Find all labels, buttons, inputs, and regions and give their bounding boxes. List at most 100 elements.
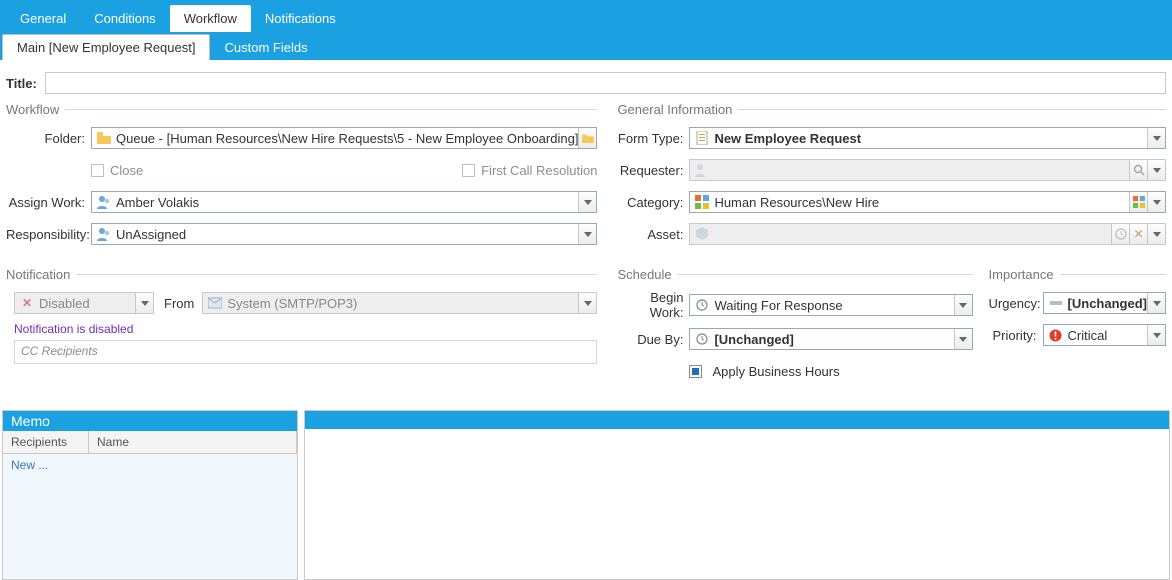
legend-general: General Information xyxy=(617,102,738,117)
category-dropdown-button[interactable] xyxy=(1147,192,1165,212)
folder-browse-button[interactable] xyxy=(578,128,596,148)
person-icon xyxy=(96,194,112,210)
notification-state-combo[interactable]: ✕ Disabled xyxy=(14,292,154,314)
priority-critical-icon xyxy=(1048,327,1064,343)
due-label: Due By: xyxy=(617,332,689,347)
begin-label: Begin Work: xyxy=(617,290,689,320)
memo-panel: Memo Recipients Name New ... xyxy=(2,410,298,580)
category-label: Category: xyxy=(617,195,689,210)
folder-combo[interactable]: Queue - [Human Resources\New Hire Reques… xyxy=(91,127,597,149)
notification-state-dropdown-button[interactable] xyxy=(135,293,153,313)
urgency-label: Urgency: xyxy=(989,296,1043,311)
category-icon xyxy=(694,194,710,210)
chevron-down-icon xyxy=(584,200,592,205)
assign-label: Assign Work: xyxy=(6,195,91,210)
asset-history-button[interactable] xyxy=(1111,224,1129,244)
title-input[interactable] xyxy=(45,72,1166,94)
title-label: Title: xyxy=(6,76,37,91)
fcr-checkbox[interactable] xyxy=(462,164,475,177)
legend-notification: Notification xyxy=(6,267,76,282)
notification-from-dropdown-button[interactable] xyxy=(578,293,596,313)
subtab-main[interactable]: Main [New Employee Request] xyxy=(2,34,210,60)
mail-icon xyxy=(207,295,223,311)
assign-value: Amber Volakis xyxy=(116,195,578,210)
chevron-down-icon xyxy=(959,303,967,308)
sub-tabstrip: Main [New Employee Request] Custom Field… xyxy=(0,32,1172,60)
due-dropdown-button[interactable] xyxy=(954,329,972,349)
notification-note: Notification is disabled xyxy=(14,322,597,336)
fieldset-importance: Importance Urgency: [Unchanged] xyxy=(989,267,1166,398)
chevron-down-icon xyxy=(141,301,149,306)
tab-general[interactable]: General xyxy=(6,5,80,32)
editor-body[interactable] xyxy=(305,429,1169,579)
asset-label: Asset: xyxy=(617,227,689,242)
category-browse-button[interactable] xyxy=(1129,192,1147,212)
priority-value: Critical xyxy=(1068,328,1147,343)
responsibility-combo[interactable]: UnAssigned xyxy=(91,223,597,245)
due-combo[interactable]: [Unchanged] xyxy=(689,328,972,350)
formtype-value: New Employee Request xyxy=(714,131,1147,146)
priority-combo[interactable]: Critical xyxy=(1043,324,1166,346)
urgency-dropdown-button[interactable] xyxy=(1147,293,1165,313)
form-area: Title: Workflow Folder: Queue - [Human R… xyxy=(0,60,1172,404)
begin-dropdown-button[interactable] xyxy=(954,295,972,315)
notification-state-value: Disabled xyxy=(39,296,135,311)
memo-title: Memo xyxy=(3,411,297,431)
chevron-down-icon xyxy=(1153,200,1161,205)
fieldset-notification: Notification ✕ Disabled From xyxy=(6,267,597,372)
category-value: Human Resources\New Hire xyxy=(714,195,1129,210)
tab-workflow[interactable]: Workflow xyxy=(170,5,251,32)
requester-combo[interactable] xyxy=(689,159,1166,181)
top-tabstrip: General Conditions Workflow Notification… xyxy=(0,0,1172,32)
clock-icon xyxy=(694,297,710,313)
folder-icon xyxy=(96,130,112,146)
memo-col-recipients[interactable]: Recipients xyxy=(3,431,89,453)
asset-icon xyxy=(694,226,710,242)
assign-combo[interactable]: Amber Volakis xyxy=(91,191,597,213)
responsibility-dropdown-button[interactable] xyxy=(578,224,596,244)
group-icon xyxy=(96,226,112,242)
tab-conditions[interactable]: Conditions xyxy=(80,5,169,32)
priority-dropdown-button[interactable] xyxy=(1147,325,1165,345)
responsibility-label: Responsibility: xyxy=(6,227,91,242)
formtype-dropdown-button[interactable] xyxy=(1147,128,1165,148)
x-icon: ✕ xyxy=(19,295,35,311)
formtype-combo[interactable]: New Employee Request xyxy=(689,127,1166,149)
asset-combo[interactable]: ✕ xyxy=(689,223,1166,245)
requester-search-button[interactable] xyxy=(1129,160,1147,180)
urgency-combo[interactable]: [Unchanged] xyxy=(1043,292,1166,314)
priority-label: Priority: xyxy=(989,328,1043,343)
begin-combo[interactable]: Waiting For Response xyxy=(689,294,972,316)
chevron-down-icon xyxy=(1153,136,1161,141)
asset-dropdown-button[interactable] xyxy=(1147,224,1165,244)
chevron-down-icon xyxy=(1153,232,1161,237)
subtab-custom-fields[interactable]: Custom Fields xyxy=(210,35,321,60)
tab-notifications[interactable]: Notifications xyxy=(251,5,350,32)
category-combo[interactable]: Human Resources\New Hire xyxy=(689,191,1166,213)
chevron-down-icon xyxy=(584,232,592,237)
requester-dropdown-button[interactable] xyxy=(1147,160,1165,180)
chevron-down-icon xyxy=(1153,333,1161,338)
notification-from-value: System (SMTP/POP3) xyxy=(227,296,578,311)
folder-value: Queue - [Human Resources\New Hire Reques… xyxy=(116,131,578,146)
from-label: From xyxy=(164,296,194,311)
fieldset-schedule: Schedule Begin Work: Waiting For Respons… xyxy=(617,267,972,398)
clock-icon xyxy=(694,331,710,347)
legend-workflow: Workflow xyxy=(6,102,65,117)
begin-value: Waiting For Response xyxy=(714,298,953,313)
form-icon xyxy=(694,130,710,146)
chevron-down-icon xyxy=(959,337,967,342)
notification-from-combo[interactable]: System (SMTP/POP3) xyxy=(202,292,597,314)
due-value: [Unchanged] xyxy=(714,332,953,347)
asset-clear-button[interactable]: ✕ xyxy=(1129,224,1147,244)
urgency-value: [Unchanged] xyxy=(1068,296,1147,311)
apply-bh-checkbox[interactable] xyxy=(689,365,702,378)
editor-toolbar xyxy=(305,411,1169,429)
cc-recipients-input[interactable]: CC Recipients xyxy=(14,340,597,364)
memo-col-name[interactable]: Name xyxy=(89,431,297,453)
close-checkbox[interactable] xyxy=(91,164,104,177)
memo-new-row[interactable]: New ... xyxy=(3,454,297,476)
chevron-down-icon xyxy=(1153,301,1161,306)
assign-dropdown-button[interactable] xyxy=(578,192,596,212)
responsibility-value: UnAssigned xyxy=(116,227,578,242)
